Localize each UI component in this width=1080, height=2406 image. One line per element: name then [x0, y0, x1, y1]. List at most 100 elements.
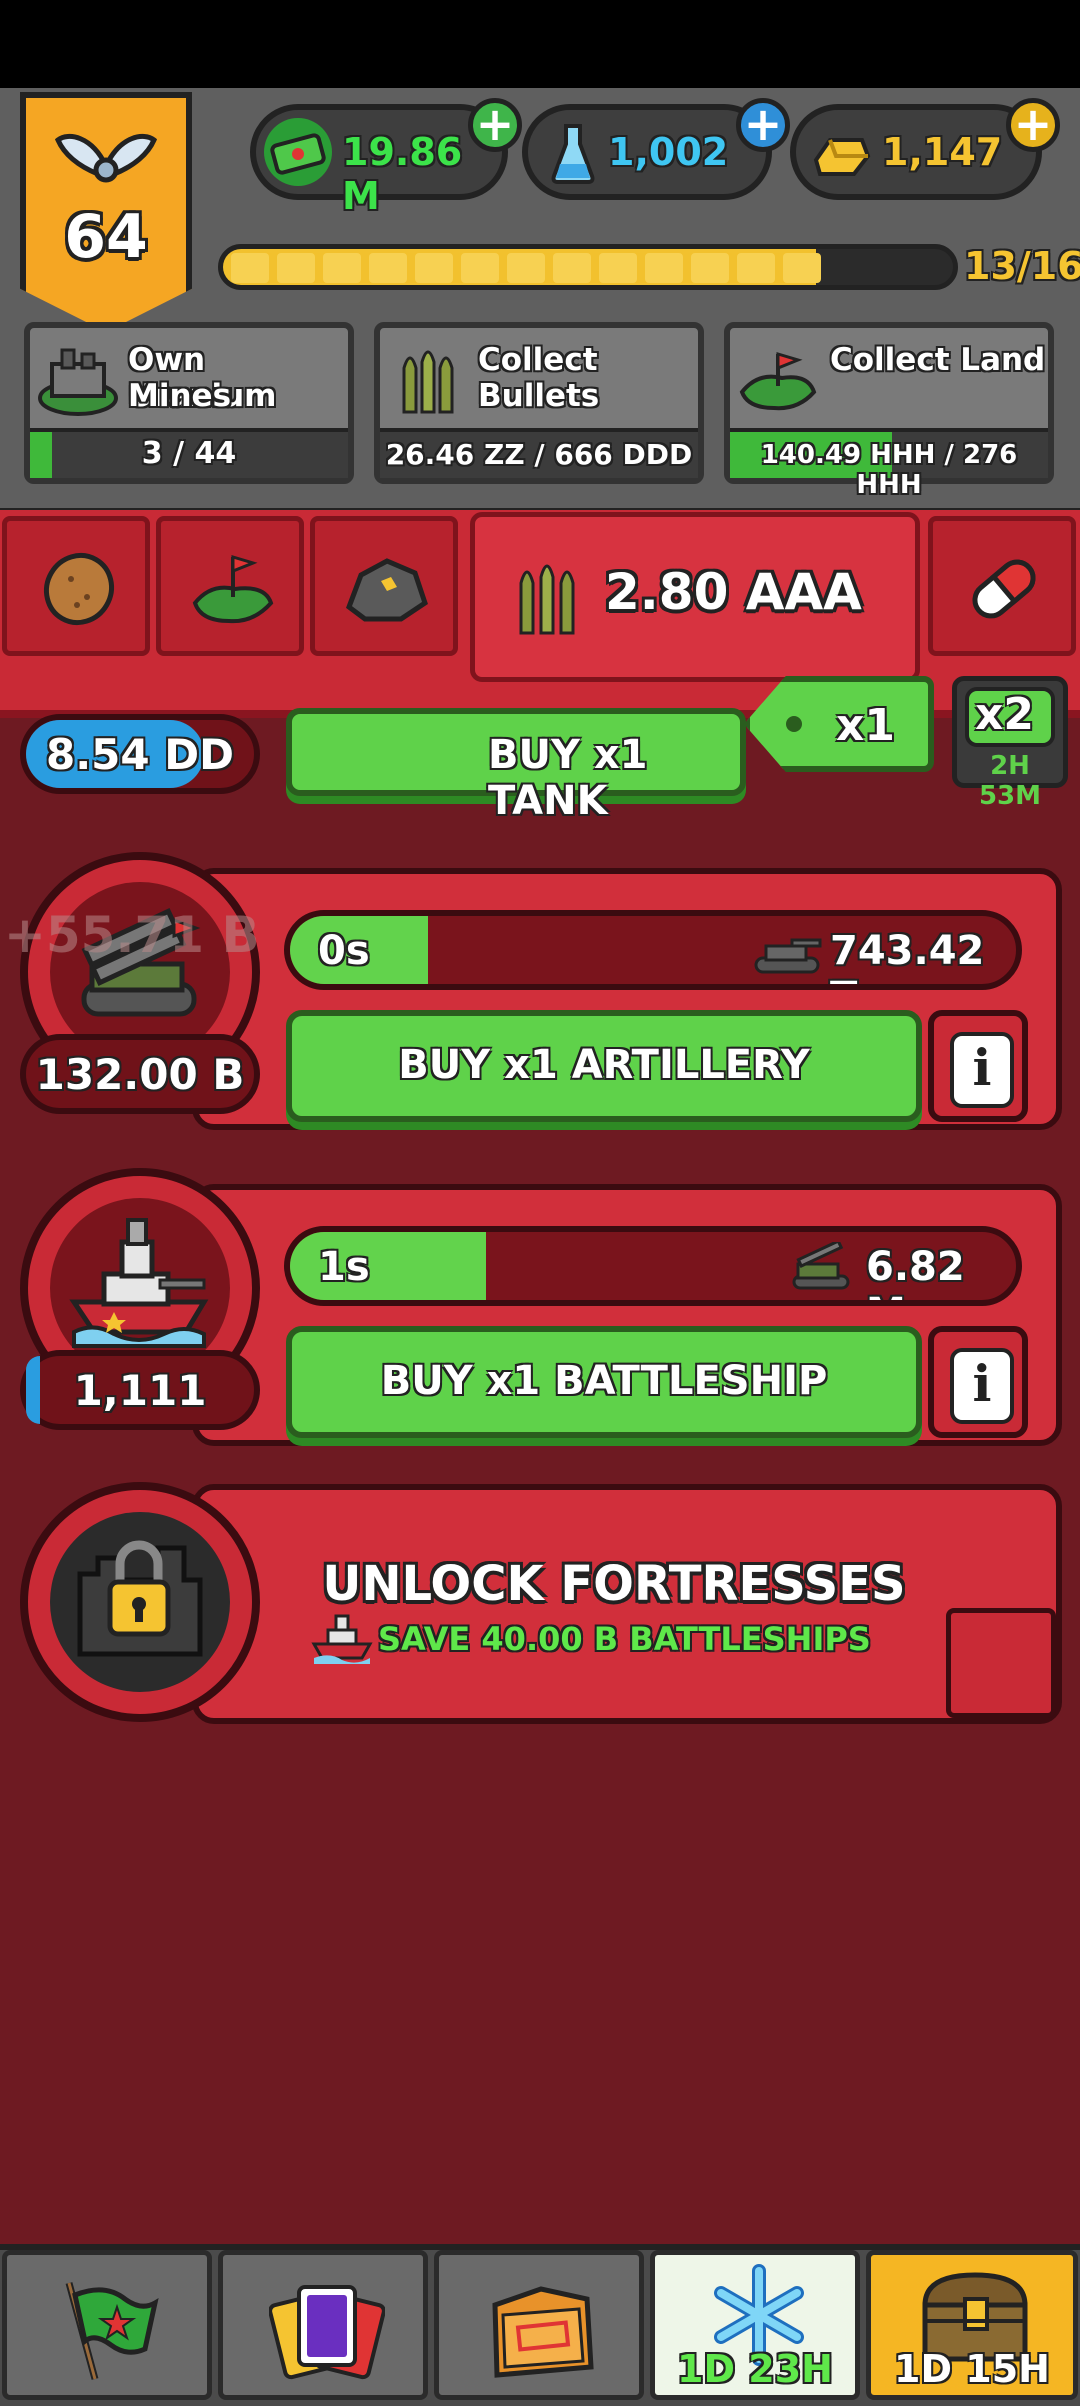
- gold-counter: 1,147: [790, 104, 1042, 200]
- add-cash-button[interactable]: +: [468, 98, 522, 152]
- unlock-requirement: SAVE 40.00 B BATTLESHIPS: [378, 1620, 871, 1658]
- battleship-icon: [69, 1218, 209, 1348]
- add-flask-button[interactable]: +: [736, 98, 790, 152]
- info-icon: i: [950, 1032, 1014, 1108]
- quest-card-bullets[interactable]: Collect Bullets 26.46 ZZ / 666 DDD: [374, 322, 704, 484]
- progress-segment: [553, 253, 591, 283]
- progress-segment: [461, 253, 499, 283]
- artillery-small-icon: [792, 1242, 850, 1290]
- quest-title-line2: Bullets: [478, 378, 600, 414]
- progress-segment: [369, 253, 407, 283]
- level-banner[interactable]: 64: [20, 92, 192, 332]
- quest-card-land[interactable]: Collect Land 140.49 HHH / 276 HHH: [724, 322, 1054, 500]
- uranium-mine-icon: [38, 348, 118, 416]
- artillery-timer-bar: 0s 743.42 T: [284, 910, 1022, 990]
- land-icon: [739, 351, 817, 411]
- gold-value: 1,147: [882, 130, 1003, 174]
- progress-segment: [599, 253, 637, 283]
- bullets-icon: [402, 350, 454, 414]
- x2-label: x2: [975, 689, 1034, 740]
- progress-segment: [645, 253, 683, 283]
- progress-segment: [415, 253, 453, 283]
- artillery-count-value: 132.00 B: [35, 1050, 245, 1099]
- progress-segment: [783, 253, 821, 283]
- info-icon: i: [950, 1348, 1014, 1424]
- level-progress-label: 13/16: [964, 244, 1080, 288]
- buy-battleship-label: BUY x1 BATTLESHIP: [380, 1358, 828, 1404]
- ore-icon: [346, 558, 428, 622]
- nav-missions[interactable]: [2, 2250, 212, 2400]
- artillery-timer: 0s: [318, 928, 370, 974]
- buy-tank-label: BUY x1 TANK: [488, 732, 648, 824]
- tank-count-value: 8.54 DD: [46, 730, 234, 779]
- battleship-timer-bar: 1s 6.82 M: [284, 1226, 1022, 1306]
- battleship-count-value: 1,111: [73, 1366, 207, 1415]
- folder-icon: [492, 2286, 594, 2378]
- flag-icon: [65, 2282, 159, 2380]
- pill-icon: [972, 559, 1036, 619]
- bullets-icon: [519, 564, 575, 635]
- progress-segment: [323, 253, 361, 283]
- quest-progress-value: 3 / 44: [141, 436, 237, 471]
- tab-bullets[interactable]: 2.80 AAA: [470, 512, 920, 682]
- nav-treasure[interactable]: 1D 15H: [866, 2250, 1078, 2400]
- status-bar: [0, 0, 1080, 88]
- cards-icon: [269, 2285, 385, 2380]
- nav-cards[interactable]: [218, 2250, 428, 2400]
- quest-title-line1: Collect: [478, 342, 598, 378]
- quest-progress-value: 26.46 ZZ / 666 DDD: [385, 438, 693, 471]
- artillery-count: 132.00 B: [20, 1034, 260, 1114]
- winter-event-timer: 1D 23H: [677, 2347, 833, 2391]
- tab-pills[interactable]: [928, 516, 1076, 656]
- quest-title-line2: Mines: [128, 378, 232, 414]
- x2-boost-button[interactable]: x2 2H 53M: [952, 676, 1068, 811]
- add-gold-button[interactable]: +: [1006, 98, 1060, 152]
- tag-hole: [786, 716, 802, 732]
- flask-counter: 1,002: [522, 104, 772, 200]
- nav-winter-event[interactable]: 1D 23H: [650, 2250, 860, 2400]
- progress-segment: [507, 253, 545, 283]
- battleship-info-button[interactable]: i: [928, 1326, 1028, 1438]
- buy-amount-label: x1: [836, 700, 895, 751]
- quest-title-line1: Collect Land: [830, 342, 1046, 378]
- card-corner-plate: [946, 1608, 1056, 1718]
- quest-progress-bar: 3 / 44: [30, 428, 348, 478]
- floating-income-text: +55.71 B: [4, 906, 260, 964]
- progress-segment: [737, 253, 775, 283]
- artillery-production: 743.42 T: [830, 928, 985, 984]
- tab-potatoes[interactable]: [2, 516, 150, 656]
- buy-artillery-label: BUY x1 ARTILLERY: [398, 1042, 810, 1088]
- progress-segment: [277, 253, 315, 283]
- unlock-fortresses-title: UNLOCK FORTRESSES: [322, 1556, 906, 1612]
- tank-icon: [754, 938, 822, 974]
- artillery-info-button[interactable]: i: [928, 1010, 1028, 1122]
- boost-timer: 2H 53M: [978, 751, 1042, 811]
- buy-battleship-button[interactable]: BUY x1 BATTLESHIP: [286, 1326, 922, 1438]
- tank-count: 8.54 DD: [20, 714, 260, 794]
- flask-icon: [551, 124, 595, 184]
- potato-icon: [43, 552, 115, 626]
- progress-segment: [691, 253, 729, 283]
- battleship-timer: 1s: [318, 1244, 370, 1290]
- locked-fortress-icon: [77, 1540, 203, 1657]
- quest-progress-value: 140.49 HHH / 276 HHH: [760, 440, 1018, 500]
- cash-icon: [264, 118, 332, 186]
- wings-icon: [54, 134, 158, 183]
- nav-documents[interactable]: [434, 2250, 644, 2400]
- flask-value: 1,002: [608, 130, 729, 174]
- fortress-portrait: [20, 1482, 260, 1722]
- buy-artillery-button[interactable]: BUY x1 ARTILLERY: [286, 1010, 922, 1122]
- tab-land[interactable]: [156, 516, 304, 656]
- tab-ore[interactable]: [310, 516, 458, 656]
- battleship-production: 6.82 M: [866, 1244, 965, 1300]
- level-progress-bar: [218, 244, 958, 290]
- bullets-total: 2.80 AAA: [605, 563, 862, 621]
- quest-progress-bar: 140.49 HHH / 276 HHH: [730, 428, 1048, 500]
- battleship-count: 1,111: [20, 1350, 260, 1430]
- progress-segment: [231, 253, 269, 283]
- treasure-timer: 1D 15H: [894, 2347, 1050, 2391]
- quest-progress-bar: 26.46 ZZ / 666 DDD: [380, 428, 698, 478]
- buy-tank-button[interactable]: BUY x1 TANK: [286, 708, 746, 824]
- quest-card-uranium[interactable]: Own Uranium Mines 3 / 44: [24, 322, 354, 484]
- land-icon: [192, 554, 274, 624]
